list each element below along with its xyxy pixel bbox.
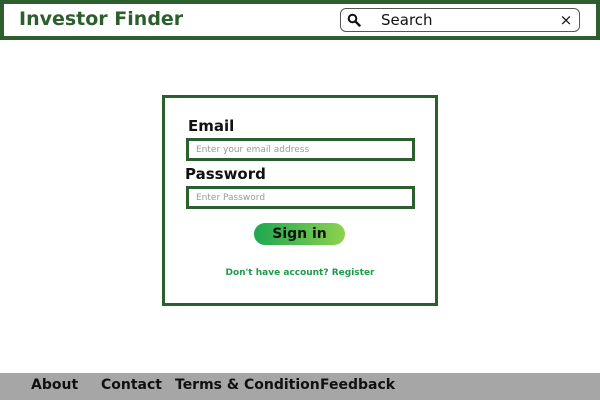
top-navbar: Investor Finder × <box>0 0 600 40</box>
email-field[interactable] <box>186 138 415 161</box>
register-prompt: Don't have account? Register <box>165 268 435 278</box>
login-card: Email Password Sign in Don't have accoun… <box>162 95 438 306</box>
footer-link-terms[interactable]: Terms & Condition <box>175 377 320 393</box>
no-account-text: Don't have account? <box>225 268 329 278</box>
close-icon[interactable]: × <box>559 10 573 30</box>
footer-link-feedback[interactable]: Feedback <box>320 377 395 393</box>
footer-link-about[interactable]: About <box>31 377 78 393</box>
page: Investor Finder × Email Password Sign in… <box>0 0 600 400</box>
brand-title: Investor Finder <box>19 8 184 30</box>
register-link[interactable]: Register <box>332 268 375 278</box>
footer-bar: About Contact Terms & Condition Feedback <box>0 373 600 400</box>
search-box[interactable]: × <box>340 8 580 32</box>
search-input[interactable] <box>381 11 551 29</box>
password-label: Password <box>185 165 266 183</box>
sign-in-button[interactable]: Sign in <box>254 223 345 245</box>
footer-link-contact[interactable]: Contact <box>101 377 162 393</box>
search-icon[interactable] <box>347 13 361 27</box>
email-label: Email <box>188 117 235 135</box>
password-field[interactable] <box>186 186 415 209</box>
